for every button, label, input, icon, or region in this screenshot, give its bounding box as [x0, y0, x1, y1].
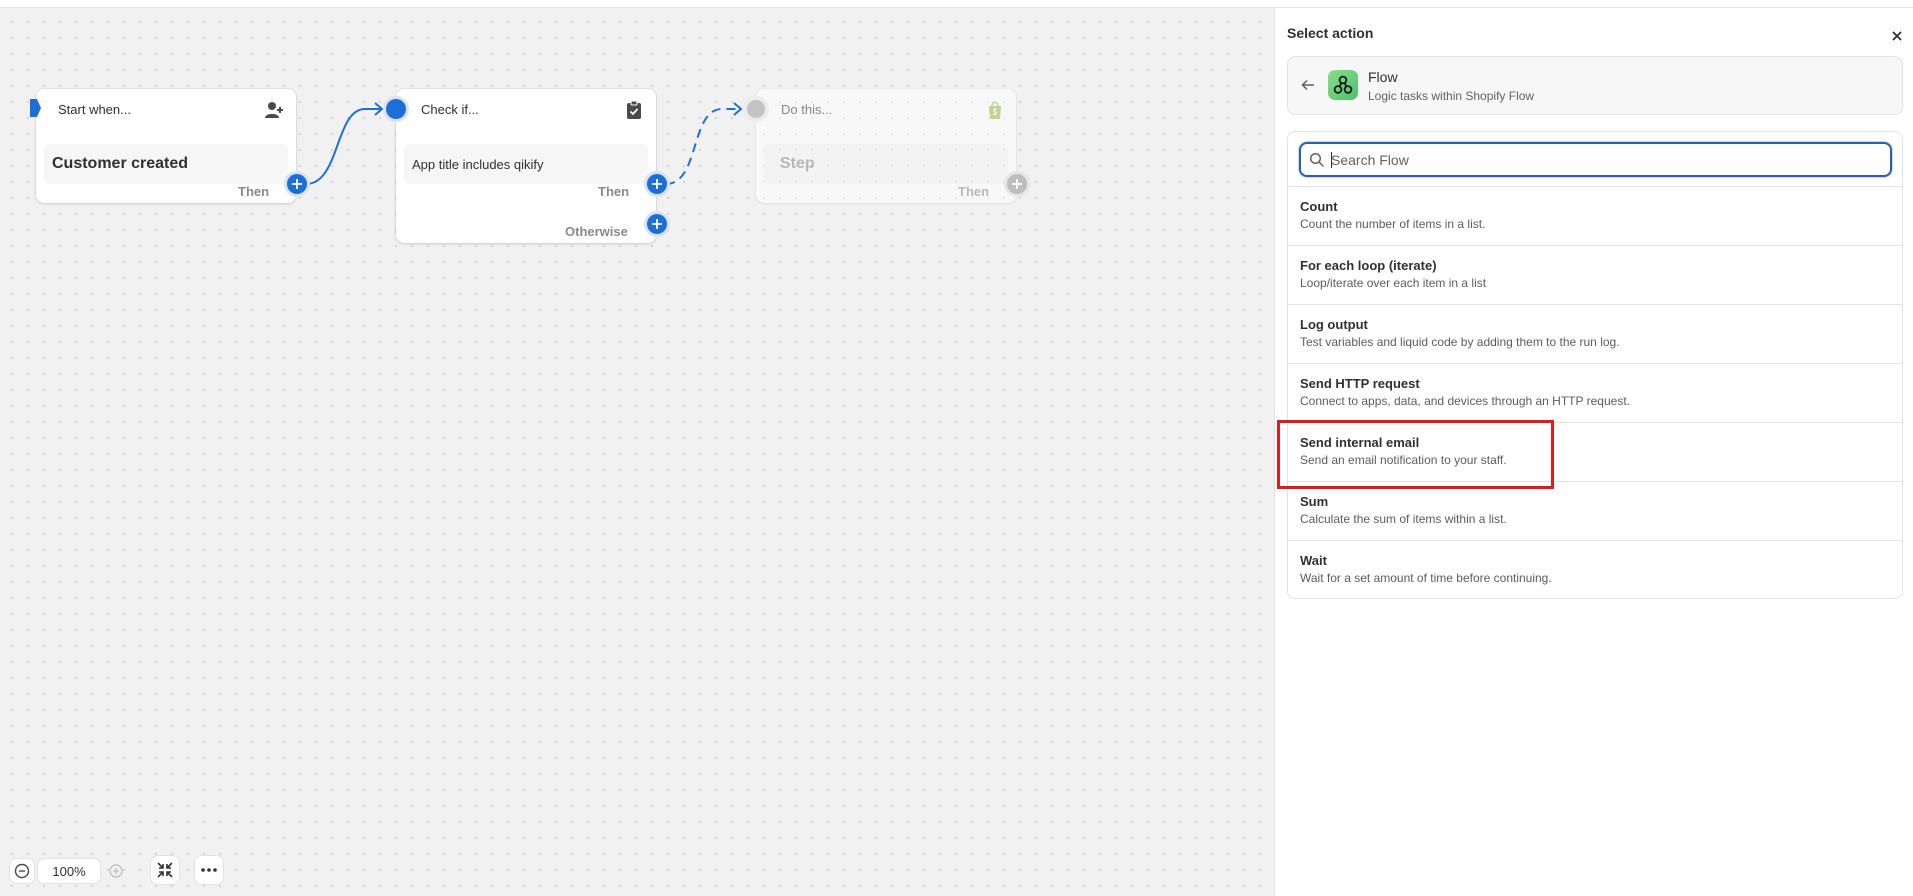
minus-circle-icon	[14, 863, 30, 879]
condition-then-label: Then	[598, 184, 630, 199]
trigger-then-add-button[interactable]	[284, 171, 310, 197]
plus-circle-icon	[109, 864, 123, 878]
item-description: Count the number of items in a list.	[1300, 217, 1486, 231]
action-value: Step	[780, 155, 815, 172]
more-options-button[interactable]	[195, 856, 223, 884]
close-panel-button[interactable]	[1887, 26, 1907, 46]
action-input-node	[743, 96, 769, 122]
workflow-canvas[interactable]: Start when... Customer created Then Chec…	[0, 8, 1274, 896]
condition-otherwise-add-button[interactable]	[644, 211, 670, 237]
flow-logo-icon	[1333, 75, 1353, 94]
plus-icon	[1012, 179, 1022, 189]
condition-input-node	[383, 96, 409, 122]
search-icon	[1309, 152, 1325, 168]
trigger-value-box[interactable]: Customer created	[44, 144, 288, 184]
trigger-card[interactable]: Start when... Customer created Then	[30, 89, 296, 203]
zoom-controls: 100%	[10, 858, 128, 884]
flow-app-logo	[1328, 70, 1358, 100]
trigger-value: Customer created	[52, 155, 189, 172]
more-horizontal-icon	[201, 868, 217, 872]
item-description: Wait for a set amount of time before con…	[1300, 571, 1552, 585]
plus-icon	[292, 179, 302, 189]
search-input[interactable]	[1331, 148, 1881, 172]
item-title: Wait	[1300, 553, 1327, 568]
item-description: Connect to apps, data, and devices throu…	[1300, 394, 1630, 408]
clipboard-check-icon	[627, 100, 641, 119]
list-item-send-http-request[interactable]: Send HTTP request Connect to apps, data,…	[1288, 363, 1902, 422]
connector-trigger-to-condition	[305, 108, 381, 185]
action-then-add-button[interactable]	[1004, 171, 1030, 197]
condition-value: App title includes qikify	[412, 156, 544, 172]
item-description: Loop/iterate over each item in a list	[1300, 276, 1487, 290]
add-person-icon	[265, 102, 283, 118]
connector-condition-to-action	[665, 108, 740, 185]
item-title: Count	[1300, 199, 1338, 214]
collapse-arrows-icon	[157, 862, 173, 878]
shopify-bag-icon	[989, 101, 1001, 119]
zoom-in-button[interactable]	[104, 859, 128, 883]
panel-title: Select action	[1287, 25, 1374, 41]
item-title: Sum	[1300, 494, 1329, 509]
condition-card-header: Check if...	[421, 101, 479, 117]
text-caret	[1331, 152, 1332, 168]
app-name: Flow	[1368, 69, 1398, 85]
list-item-count[interactable]: Count Count the number of items in a lis…	[1288, 186, 1902, 245]
list-item-sum[interactable]: Sum Calculate the sum of items within a …	[1288, 481, 1902, 540]
list-item-for-each-loop[interactable]: For each loop (iterate) Loop/iterate ove…	[1288, 245, 1902, 304]
zoom-out-button[interactable]	[10, 859, 34, 883]
item-title: Log output	[1300, 317, 1368, 332]
condition-value-box[interactable]: App title includes qikify	[404, 144, 648, 184]
app-description: Logic tasks within Shopify Flow	[1368, 89, 1535, 103]
condition-otherwise-label: Otherwise	[565, 224, 628, 239]
trigger-card-header: Start when...	[58, 101, 131, 117]
plus-icon	[652, 219, 662, 229]
close-icon	[1892, 31, 1902, 41]
condition-then-add-button[interactable]	[644, 171, 670, 197]
highlight-box	[1277, 420, 1554, 489]
fit-to-screen-button[interactable]	[151, 856, 179, 884]
back-button[interactable]	[1298, 75, 1318, 95]
search-field[interactable]	[1299, 142, 1892, 177]
item-title: Send HTTP request	[1300, 376, 1420, 391]
top-bar	[0, 0, 1913, 8]
action-list: Count Count the number of items in a lis…	[1287, 131, 1903, 599]
list-item-log-output[interactable]: Log output Test variables and liquid cod…	[1288, 304, 1902, 363]
action-card-header: Do this...	[781, 101, 833, 117]
item-description: Test variables and liquid code by adding…	[1300, 335, 1620, 349]
item-title: For each loop (iterate)	[1300, 258, 1437, 273]
action-then-label: Then	[958, 184, 990, 199]
zoom-level[interactable]: 100%	[38, 859, 100, 883]
condition-card[interactable]: Check if... App title includes qikify Th…	[396, 89, 656, 243]
arrow-left-icon	[1301, 79, 1314, 91]
plus-icon	[652, 179, 662, 189]
action-value-box[interactable]: Step	[764, 144, 1008, 184]
action-card[interactable]: Do this... Step Then	[756, 89, 1016, 203]
item-description: Calculate the sum of items within a list…	[1300, 512, 1507, 526]
trigger-then-label: Then	[238, 184, 270, 199]
list-item-wait[interactable]: Wait Wait for a set amount of time befor…	[1288, 540, 1902, 598]
selected-app-header: Flow Logic tasks within Shopify Flow	[1287, 56, 1903, 115]
